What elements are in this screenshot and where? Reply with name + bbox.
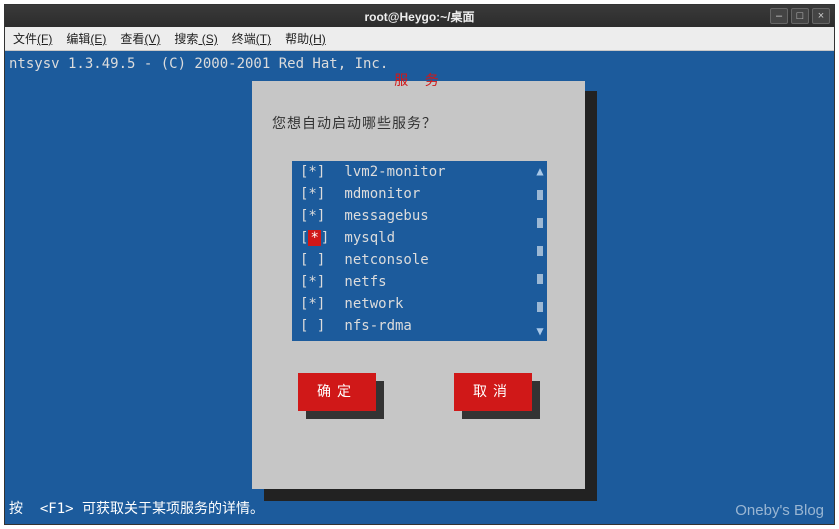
scroll-down-icon[interactable]: ▼: [536, 321, 543, 341]
service-name: netconsole: [336, 251, 429, 269]
menu-file[interactable]: 文件(F): [13, 30, 52, 47]
service-checkbox[interactable]: [*]: [300, 163, 336, 181]
menubar: 文件(F) 编辑(E) 查看(V) 搜索 (S) 终端(T) 帮助(H): [5, 27, 834, 51]
service-name: lvm2-monitor: [336, 163, 446, 181]
service-row[interactable]: [ ] nfs-rdma: [292, 315, 547, 337]
menu-help[interactable]: 帮助(H): [285, 30, 326, 47]
scroll-tick: [537, 218, 543, 228]
service-checkbox[interactable]: [*]: [300, 295, 336, 313]
application-window: root@Heygo:~/桌面 – □ × 文件(F) 编辑(E) 查看(V) …: [4, 4, 835, 525]
scroll-tick: [537, 302, 543, 312]
service-name: network: [336, 295, 403, 313]
service-row[interactable]: [*] messagebus: [292, 205, 547, 227]
service-row[interactable]: [*] lvm2-monitor: [292, 161, 547, 183]
minimize-button[interactable]: –: [770, 8, 788, 24]
dialog-title: 服 务: [252, 72, 585, 90]
service-checkbox[interactable]: [ ]: [300, 317, 336, 335]
menu-search[interactable]: 搜索 (S): [174, 30, 217, 47]
scroll-tick: [537, 274, 543, 284]
service-name: netfs: [336, 273, 387, 291]
dialog-question: 您想自动启动哪些服务？: [272, 115, 437, 133]
window-controls: – □ ×: [770, 8, 830, 24]
menu-terminal[interactable]: 终端(T): [232, 30, 271, 47]
service-checkbox[interactable]: [*]: [300, 273, 336, 291]
watermark-text: Oneby's Blog: [735, 502, 824, 520]
scroll-tick: [537, 246, 543, 256]
service-row[interactable]: [*] mdmonitor: [292, 183, 547, 205]
services-dialog: 服 务 您想自动启动哪些服务？ ▲ ▼ [*] lvm2-monitor[*] …: [252, 81, 585, 489]
service-name: messagebus: [336, 207, 429, 225]
service-row[interactable]: [*] network: [292, 293, 547, 315]
service-list[interactable]: ▲ ▼ [*] lvm2-monitor[*] mdmonitor[*] mes…: [292, 161, 547, 341]
terminal-area[interactable]: ntsysv 1.3.49.5 - (C) 2000-2001 Red Hat,…: [5, 51, 834, 524]
service-name: mdmonitor: [336, 185, 420, 203]
scroll-tick: [537, 190, 543, 200]
terminal-footer-text: 按 <F1> 可获取关于某项服务的详情。: [9, 500, 264, 518]
maximize-button[interactable]: □: [791, 8, 809, 24]
cancel-button[interactable]: 取消: [454, 373, 532, 411]
menu-edit[interactable]: 编辑(E): [66, 30, 106, 47]
service-name: nfs-rdma: [336, 317, 412, 335]
service-checkbox[interactable]: [ ]: [300, 251, 336, 269]
window-title: root@Heygo:~/桌面: [5, 8, 834, 25]
scrollbar[interactable]: ▲ ▼: [535, 161, 545, 341]
close-button[interactable]: ×: [812, 8, 830, 24]
service-checkbox[interactable]: [*]: [300, 207, 336, 225]
service-name: mysqld: [336, 229, 395, 247]
terminal-header-text: ntsysv 1.3.49.5 - (C) 2000-2001 Red Hat,…: [9, 55, 388, 73]
service-checkbox[interactable]: [*]: [300, 185, 336, 203]
service-row[interactable]: [*] netfs: [292, 271, 547, 293]
service-row[interactable]: [*] mysqld: [292, 227, 547, 249]
scroll-up-icon[interactable]: ▲: [536, 161, 543, 181]
ok-button[interactable]: 确定: [298, 373, 376, 411]
menu-view[interactable]: 查看(V): [120, 30, 160, 47]
titlebar: root@Heygo:~/桌面 – □ ×: [5, 5, 834, 27]
service-checkbox[interactable]: [*]: [300, 229, 336, 247]
service-row[interactable]: [ ] netconsole: [292, 249, 547, 271]
